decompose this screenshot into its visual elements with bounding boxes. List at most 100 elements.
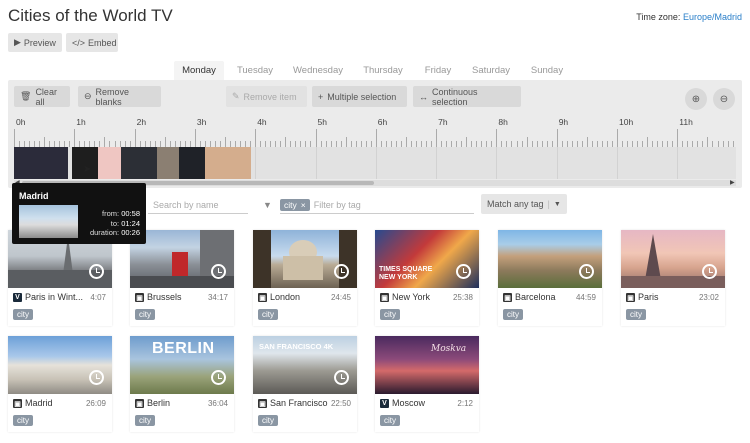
ruler-tick: [134, 129, 136, 147]
video-duration: 34:17: [207, 293, 228, 302]
video-duration: 25:38: [452, 293, 473, 302]
timeline-ruler: 0h 1h 2h 3h 4h 5h 6h 7h 8h 9h 10h 11h: [14, 117, 736, 147]
ruler-tick: [617, 129, 618, 147]
code-icon: </>: [72, 37, 86, 48]
thumb-overlay-text: Moskva: [431, 344, 467, 354]
scroll-right-icon[interactable]: ▶: [730, 179, 735, 186]
tooltip-thumbnail: [19, 205, 78, 238]
video-name: New York: [392, 292, 431, 302]
clear-all-button[interactable]: 🗑 Clear all: [14, 86, 70, 107]
clock-icon: [89, 370, 104, 385]
zoom-in-button[interactable]: ⊕: [685, 88, 707, 110]
thumb-overlay-text: SAN FRANCISCO 4K: [259, 342, 334, 351]
zoom-out-button[interactable]: ⊖: [713, 88, 735, 110]
hour-label: 10h: [619, 117, 634, 127]
hour-label: 5h: [317, 117, 327, 127]
clear-all-label: Clear all: [35, 86, 57, 107]
timeline-item-tooltip: Madrid from: 00:58 to: 01:24 duration: 0…: [12, 183, 146, 244]
multiple-selection-button[interactable]: + Multiple selection: [312, 86, 407, 107]
video-tag: city: [626, 309, 646, 320]
mouse-cursor-icon: ➤: [83, 164, 92, 175]
video-name: Paris in Wint...: [25, 292, 84, 302]
timeline-block[interactable]: [204, 147, 252, 179]
hour-gridline: [556, 147, 558, 179]
video-name: Barcelona: [515, 292, 556, 302]
clock-icon: [456, 264, 471, 279]
timeline-block[interactable]: [120, 147, 157, 179]
ruler-tick: [14, 129, 15, 147]
tooltip-times: from: 00:58 to: 01:24 duration: 00:26: [90, 209, 140, 238]
hour-label: 2h: [136, 117, 147, 127]
vimeo-icon: V: [380, 399, 389, 408]
video-card[interactable]: TIMES SQUARE NEW YORK ▣ New York 25:38 c…: [375, 230, 479, 326]
video-tag: city: [503, 309, 523, 320]
continuous-selection-button[interactable]: ↔ Continuous selection: [413, 86, 521, 107]
video-card[interactable]: ▣ Paris 23:02 city: [621, 230, 725, 326]
match-mode-dropdown[interactable]: Match any tag | ▼: [481, 194, 567, 214]
thumb-overlay-text: TIMES SQUARE NEW YORK: [379, 266, 433, 281]
remove-blanks-button[interactable]: ⊖ Remove blanks: [78, 86, 161, 107]
hour-label: 3h: [196, 117, 207, 127]
youtube-icon: ▣: [503, 293, 512, 302]
close-icon[interactable]: ×: [301, 200, 306, 210]
youtube-icon: ▣: [13, 399, 22, 408]
clock-icon: [579, 264, 594, 279]
remove-item-button[interactable]: ✎ Remove item: [226, 86, 307, 107]
ruler-tick: [556, 129, 558, 147]
hour-label: 8h: [498, 117, 508, 127]
timezone-display: Time zone: Europe/Madrid: [636, 12, 742, 22]
tab-saturday[interactable]: Saturday: [468, 61, 514, 80]
timeline-block[interactable]: [98, 147, 121, 179]
search-input[interactable]: Search by name: [148, 196, 248, 214]
ruler-tick: [164, 137, 166, 147]
tab-thursday[interactable]: Thursday: [358, 61, 408, 80]
timeline-block[interactable]: [156, 147, 179, 179]
tab-monday[interactable]: Monday: [174, 61, 224, 80]
video-card[interactable]: ▣ Barcelona 44:59 city: [498, 230, 602, 326]
zoom-out-icon: ⊖: [719, 93, 729, 105]
filter-icon: ▼: [263, 200, 272, 210]
preview-button[interactable]: ▶ Preview: [8, 33, 62, 52]
tab-sunday[interactable]: Sunday: [526, 61, 568, 80]
day-tabs: Monday Tuesday Wednesday Thursday Friday…: [0, 61, 750, 80]
tab-tuesday[interactable]: Tuesday: [230, 61, 280, 80]
video-card[interactable]: ▣ Madrid 26:09 city: [8, 336, 112, 432]
tooltip-duration-label: duration:: [89, 228, 120, 237]
video-thumbnail: TIMES SQUARE NEW YORK: [375, 230, 479, 288]
separator-icon: |: [547, 199, 550, 209]
ruler-tick: [436, 129, 438, 147]
video-card[interactable]: Moskva V Moscow 2:12 city: [375, 336, 479, 432]
tooltip-from-label: from:: [102, 209, 120, 218]
video-tag: city: [380, 309, 400, 320]
video-name: Berlin: [147, 398, 171, 408]
video-card[interactable]: ▣ London 24:45 city: [253, 230, 357, 326]
ruler-tick: [496, 129, 498, 147]
play-icon: ▶: [14, 37, 21, 47]
tag-chip-label: city: [284, 199, 297, 210]
youtube-icon: ▣: [380, 293, 389, 302]
page-title: Cities of the World TV: [8, 6, 173, 25]
video-card[interactable]: BERLIN ▣ Berlin 36:04 city: [130, 336, 234, 432]
embed-button[interactable]: </> Embed: [66, 33, 118, 52]
timezone-link[interactable]: Europe/Madrid: [683, 12, 742, 22]
hour-gridline: [617, 147, 618, 179]
video-tag: city: [13, 415, 33, 426]
hour-label: 1h: [76, 117, 86, 127]
video-tag: city: [258, 415, 278, 426]
minus-circle-icon: ⊖: [84, 91, 92, 101]
video-name: Madrid: [25, 398, 53, 408]
video-tag: city: [380, 415, 400, 426]
timeline-block[interactable]: [178, 147, 205, 179]
video-thumbnail: [8, 336, 112, 394]
video-card[interactable]: SAN FRANCISCO 4K ▣ San Francisco 22:50 c…: [253, 336, 357, 432]
video-card[interactable]: ▣ Brussels 34:17 city: [130, 230, 234, 326]
timeline-block[interactable]: [14, 147, 69, 179]
tab-wednesday[interactable]: Wednesday: [290, 61, 346, 80]
ruler-tick: [707, 137, 709, 147]
continuous-selection-label: Continuous selection: [432, 86, 478, 107]
tooltip-to-label: to:: [110, 218, 120, 228]
video-duration: 36:04: [207, 399, 228, 408]
tab-friday[interactable]: Friday: [418, 61, 458, 80]
video-card[interactable]: V Paris in Wint... 4:07 city: [8, 230, 112, 326]
tag-filter-field[interactable]: city × Filter by tag: [280, 196, 474, 214]
